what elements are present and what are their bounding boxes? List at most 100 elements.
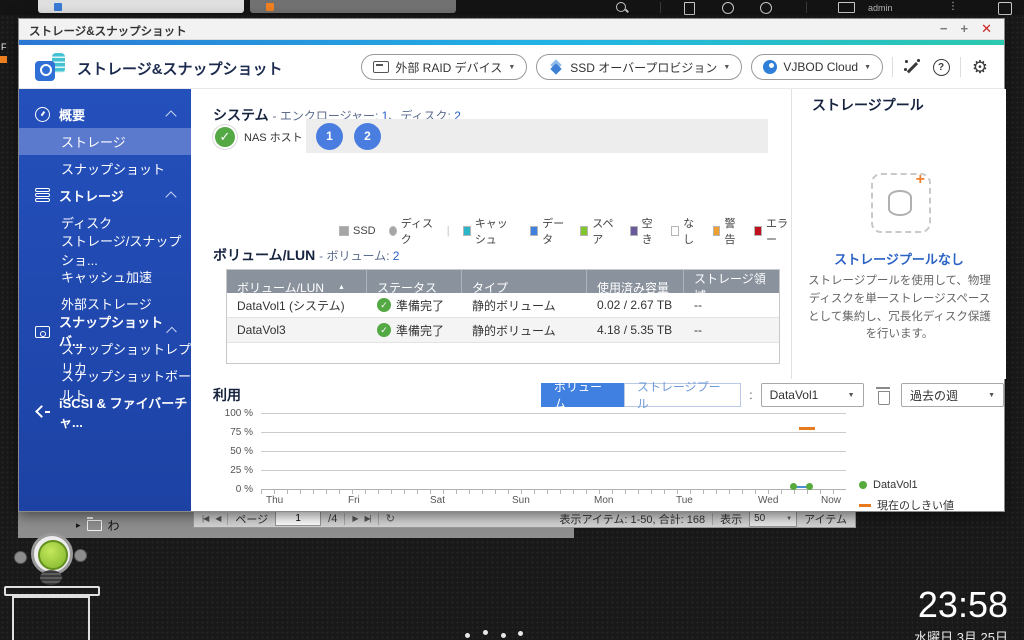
clock-icon[interactable] xyxy=(760,2,772,14)
legend-swatch xyxy=(753,226,762,236)
desktop-clock-date: 水曜日 3月 25日 xyxy=(914,630,1008,640)
delete-graph-button[interactable] xyxy=(875,386,890,405)
window-title: ストレージ&スナップショット xyxy=(29,26,187,38)
monitor-icon[interactable] xyxy=(838,2,855,13)
recycle-bin-icon[interactable] xyxy=(4,586,100,596)
chevron-up-icon xyxy=(165,110,177,122)
maximize-button[interactable]: + xyxy=(961,21,969,37)
legend-item: 警告 xyxy=(712,215,741,247)
prev-page-button[interactable]: ◀ xyxy=(215,514,221,523)
no-storage-pool-link[interactable]: ストレージプールなし xyxy=(792,249,1006,268)
cut-off-desktop-icon xyxy=(501,633,506,638)
top-taskbar: admin ⋮ xyxy=(0,0,1024,15)
status-ok-icon: ✓ xyxy=(377,323,391,337)
desktop-switch-icon[interactable] xyxy=(998,2,1012,15)
time-range-select[interactable]: 過去の週 ▼ xyxy=(901,383,1004,407)
next-page-button[interactable]: ▶ xyxy=(352,514,358,523)
items-info: 表示アイテム: 1-50, 合計: 168 xyxy=(559,513,706,526)
toggle-pool-button[interactable]: ストレージプール xyxy=(623,380,742,411)
page-number-input[interactable] xyxy=(275,511,322,526)
document-icon[interactable] xyxy=(684,2,695,15)
page-total: /4 xyxy=(328,512,338,525)
last-page-button[interactable]: ▶| xyxy=(365,514,372,523)
help-button[interactable]: ? xyxy=(931,56,951,78)
disk-slot-1[interactable]: 1 xyxy=(316,122,343,150)
pool-description: ストレージプールを使用して、物理ディスクを単一ストレージスペースとして集約し、冗… xyxy=(808,275,991,341)
close-button[interactable]: ✕ xyxy=(981,21,992,37)
volume-select[interactable]: DataVol1 ▼ xyxy=(760,383,864,407)
iscsi-icon xyxy=(35,404,50,419)
table-row[interactable]: DataVol1 (システム) ✓ 準備完了 静的ボリューム 0.02 / 2.6… xyxy=(227,293,779,318)
page-size-select[interactable]: 50 ▼ xyxy=(749,510,798,527)
table-empty-space xyxy=(227,343,779,363)
usage-section: 利用 ボリューム ストレージプール : DataVol1 ▼ 過去の週 ▼ 10… xyxy=(191,379,1004,513)
cut-off-desktop-icon xyxy=(483,630,488,635)
data-point[interactable] xyxy=(790,483,797,490)
gauge-icon xyxy=(35,107,50,122)
activity-icon[interactable] xyxy=(722,2,734,14)
pool-cylinder-icon xyxy=(888,190,912,216)
vjbod-cloud-button[interactable]: VJBOD Cloud ▼ xyxy=(751,54,883,80)
taskbar-app-button-active[interactable] xyxy=(38,0,244,13)
wizard-wand-button[interactable] xyxy=(902,56,922,78)
legend-item: キャッシュ xyxy=(462,215,517,247)
storage-pool-panel: ストレージプール + ストレージプールなし ストレージプールを使用して、物理ディ… xyxy=(791,89,1006,379)
chevron-down-icon: ▼ xyxy=(864,63,871,71)
gridline xyxy=(261,413,846,414)
desktop-robot-widget[interactable] xyxy=(14,533,90,585)
first-page-button[interactable]: |◀ xyxy=(202,514,209,523)
y-tick-label: 50 % xyxy=(230,446,253,457)
chart-legend-threshold: 現在のしきい値 xyxy=(859,497,954,513)
taskbar-app-button[interactable] xyxy=(250,0,456,13)
legend-item: エラー xyxy=(753,215,791,247)
folder-name: わ xyxy=(107,519,120,533)
refresh-icon[interactable]: ↻ xyxy=(386,512,395,525)
x-tick-label: Thu xyxy=(266,495,284,506)
app-title: ストレージ&スナップショット xyxy=(77,61,283,78)
gridline xyxy=(261,470,846,471)
y-tick-label: 25 % xyxy=(230,465,253,476)
divider xyxy=(344,512,346,525)
toggle-volume-button[interactable]: ボリューム xyxy=(541,380,624,411)
sidebar-item-snapshot-overview[interactable]: スナップショット xyxy=(19,155,191,182)
recycle-bin-icon[interactable] xyxy=(12,596,90,640)
show-label: 表示 xyxy=(720,513,743,526)
create-pool-icon[interactable]: + xyxy=(871,171,931,233)
sidebar-item-storage-snapshots[interactable]: ストレージ/スナップショ... xyxy=(19,234,191,268)
divider xyxy=(712,512,714,525)
y-tick-label: 0 % xyxy=(235,484,253,495)
chevron-down-icon: ▼ xyxy=(723,63,731,71)
minimize-button[interactable]: − xyxy=(940,21,948,37)
user-label[interactable]: admin xyxy=(868,3,893,13)
storage-snapshots-logo-icon xyxy=(35,53,67,81)
snapshot-camera-icon xyxy=(35,325,50,338)
more-icon[interactable]: ⋮ xyxy=(948,1,958,12)
table-row[interactable]: DataVol3 ✓ 準備完了 静的ボリューム 4.18 / 5.35 TB -- xyxy=(227,318,779,343)
expand-arrow-icon[interactable]: ▸ xyxy=(76,520,81,531)
ssd-overprovisioning-button[interactable]: SSD オーバープロビジョン ▼ xyxy=(536,54,743,80)
legend-swatch xyxy=(712,226,721,236)
chevron-down-icon: ▼ xyxy=(847,391,855,399)
window-titlebar[interactable]: ストレージ&スナップショット − + ✕ xyxy=(19,19,1004,40)
settings-button[interactable]: ⚙ xyxy=(970,56,990,78)
divider xyxy=(227,512,229,525)
disk-slot-2[interactable]: 2 xyxy=(354,122,381,150)
sidebar-item-overview[interactable]: 概要 xyxy=(19,101,191,128)
colon-separator: : xyxy=(749,388,753,402)
sidebar-item-storage-overview[interactable]: ストレージ xyxy=(19,128,191,155)
sidebar-nav: 概要 ストレージ スナップショット ストレージ ディスク ストレージ/スナップシ… xyxy=(19,89,191,511)
external-raid-device-button[interactable]: 外部 RAID デバイス ▼ xyxy=(361,54,528,80)
legend-item: データ xyxy=(530,215,567,247)
items-label: アイテム xyxy=(804,513,847,526)
magic-wand-icon xyxy=(903,58,921,76)
divider xyxy=(660,2,661,13)
search-icon[interactable] xyxy=(616,2,626,12)
data-point[interactable] xyxy=(806,483,813,490)
robot-arm xyxy=(74,549,87,562)
sidebar-item-iscsi-fc[interactable]: iSCSI & ファイバーチャ... xyxy=(19,396,191,430)
legend-swatch xyxy=(339,226,349,236)
sidebar-item-storage[interactable]: ストレージ xyxy=(19,182,191,209)
folder-tree-item[interactable]: ▸ わ xyxy=(76,517,120,534)
help-icon: ? xyxy=(932,58,950,76)
background-window-edge-fragment xyxy=(0,56,7,63)
